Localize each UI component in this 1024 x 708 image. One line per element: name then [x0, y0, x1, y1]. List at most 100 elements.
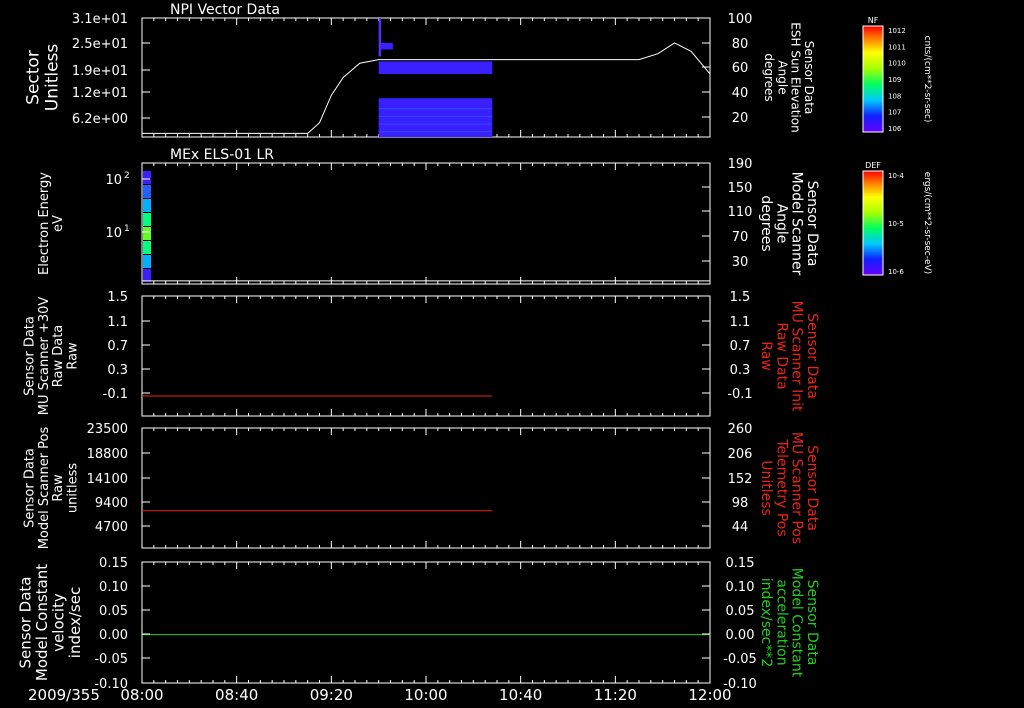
colorbar-tick-label: 109: [888, 76, 901, 84]
colorbar-tick-label: 106: [888, 125, 902, 133]
spectrogram-cell: [143, 255, 151, 268]
y-tick-label: -0.05: [94, 652, 128, 667]
spectrogram-cell: [143, 269, 151, 282]
y-right-tick-label: 260: [728, 422, 753, 437]
y-right-tick-label: 60: [732, 61, 749, 76]
spectrogram-stripe: [378, 115, 493, 117]
y-tick-label: 10: [105, 226, 122, 241]
y-right-tick-label: 206: [728, 447, 753, 462]
spectrogram-block: [378, 98, 493, 137]
y-right-tick-label: 0.15: [726, 556, 755, 571]
y-right-tick-label: 44: [732, 520, 749, 535]
x-tick-label: 08:40: [215, 686, 258, 704]
colorbar-tick-label: 1011: [888, 43, 906, 51]
spectrogram-block: [378, 18, 382, 57]
colorbar-tick-label: 10-6: [888, 268, 904, 276]
y-right-tick-label: 40: [732, 86, 749, 101]
colorbar-tick-label: 10-4: [888, 172, 904, 180]
date-label: 2009/355: [28, 686, 100, 704]
x-tick-label: 09:20: [310, 686, 353, 704]
y-tick-label: 3.1e+01: [72, 12, 128, 27]
y-tick-label: 2.5e+01: [72, 37, 128, 52]
y-axis-label: Sensor DataModel Scanner PosRawunitless: [23, 426, 81, 549]
panel-title: MEx ELS-01 LR: [170, 147, 274, 163]
y-tick-label: 1.5: [107, 290, 128, 305]
y-tick-label: 4700: [95, 520, 128, 535]
y-right-axis-label: Sensor DataModel Constantaccelerationind…: [758, 568, 820, 678]
y-right-tick-label: 0.7: [730, 339, 751, 354]
spectrogram-cell: [143, 241, 151, 254]
y-right-tick-label: 110: [728, 205, 753, 220]
y-right-tick-label: 0.10: [726, 580, 755, 595]
y-tick-label: -0.1: [103, 387, 128, 402]
spectrogram-cell: [143, 185, 151, 198]
spectrogram-cell: [143, 199, 151, 212]
spectrogram-cell: [143, 227, 151, 240]
y-right-tick-label: 190: [728, 157, 753, 172]
x-tick-label: 11:20: [594, 686, 637, 704]
y-right-tick-label: 80: [732, 37, 749, 52]
panel-3-frame: [141, 295, 711, 417]
y-right-tick-label: 100: [728, 12, 753, 27]
panel-4-frame: [141, 427, 711, 549]
y-right-axis-label: Sensor DataModel ScannerAngledegrees: [758, 172, 820, 276]
y-axis-label: Electron EnergyeV: [37, 172, 66, 275]
spectrogram-block: [381, 42, 393, 50]
y-right-tick-label: -0.1: [727, 387, 752, 402]
panel-title: NPI Vector Data: [170, 2, 280, 18]
y-tick-label: 9400: [95, 496, 128, 511]
y-tick-label: 0.05: [99, 604, 128, 619]
y-tick-label: 0.10: [99, 580, 128, 595]
y-tick-label-exp: 2: [124, 171, 130, 181]
colorbar-tick-label: 1010: [888, 60, 906, 68]
y-tick-label: 6.2e+00: [72, 112, 128, 127]
colorbar: [862, 25, 884, 133]
y-tick-label: 18800: [87, 447, 128, 462]
colorbar-label: NF: [868, 16, 879, 25]
spectrogram-cell: [143, 171, 151, 184]
colorbar-tick-label: 10-5: [888, 220, 904, 228]
y-right-axis-label: Sensor DataMU Scanner InitRaw DataRaw: [758, 301, 820, 412]
colorbar-tick-label: 107: [888, 109, 901, 117]
y-right-tick-label: 0.3: [730, 363, 751, 378]
y-axis-label: Sensor DataModel Constantvelocityindex/s…: [16, 564, 84, 681]
y-right-tick-label: -0.05: [723, 652, 757, 667]
colorbar-units: cnts/(cm**2-sr-sec): [922, 36, 932, 123]
y-axis-label: Sensor DataMU Scanner +30VRaw DataRaw: [23, 297, 81, 416]
y-right-tick-label: 98: [732, 496, 749, 511]
colorbar-units: ergs/(cm**2-sr-sec-eV): [922, 172, 932, 274]
spectrogram-block: [378, 61, 493, 75]
plot-canvas: 3.1e+01 2.5e+01 1.9e+01 1.2e+01 6.2e+00 100 80…: [16, 2, 932, 704]
spectrogram-stripe: [378, 108, 493, 110]
y-tick-label: 1.2e+01: [72, 86, 128, 101]
y-right-tick-label: 152: [728, 472, 753, 487]
x-tick-label: 10:40: [499, 686, 542, 704]
y-tick-label-exp: 1: [124, 224, 130, 234]
y-tick-label: 0.15: [99, 556, 128, 571]
x-tick-label: 10:00: [404, 686, 447, 704]
panel-5-frame: [141, 561, 711, 684]
y-tick-label: 0.3: [107, 363, 128, 378]
y-axis-label: SectorUnitless: [24, 44, 63, 112]
y-right-axis-label: Sensor DataESH Sun ElevationAngledegrees: [762, 22, 816, 132]
y-tick-label: 1.9e+01: [72, 64, 128, 79]
y-tick-label: 0.7: [107, 339, 128, 354]
y-right-tick-label: 0.00: [726, 628, 755, 643]
colorbar-tick-label: 1012: [888, 27, 906, 35]
y-tick-label: 1.1: [107, 315, 128, 330]
x-tick-label: 08:00: [120, 686, 163, 704]
colorbar-tick-label: 108: [888, 92, 901, 100]
y-right-tick-label: 1.1: [730, 315, 751, 330]
colorbar-label: DEF: [865, 161, 881, 170]
y-right-tick-label: 20: [732, 111, 749, 126]
y-right-axis-label: Sensor DataMU Scanner PosTelemetry PosUn…: [758, 432, 820, 544]
y-tick-label: 0.00: [99, 628, 128, 643]
y-right-tick-label: 1.5: [730, 290, 751, 305]
panel-2-frame: [141, 162, 711, 285]
colorbar: [862, 170, 884, 276]
y-tick-label: 14100: [87, 472, 128, 487]
y-right-tick-label: 150: [728, 181, 753, 196]
y-tick-label: 10: [105, 173, 122, 188]
y-right-tick-label: 30: [732, 255, 749, 270]
spectrogram-cell: [143, 213, 151, 226]
